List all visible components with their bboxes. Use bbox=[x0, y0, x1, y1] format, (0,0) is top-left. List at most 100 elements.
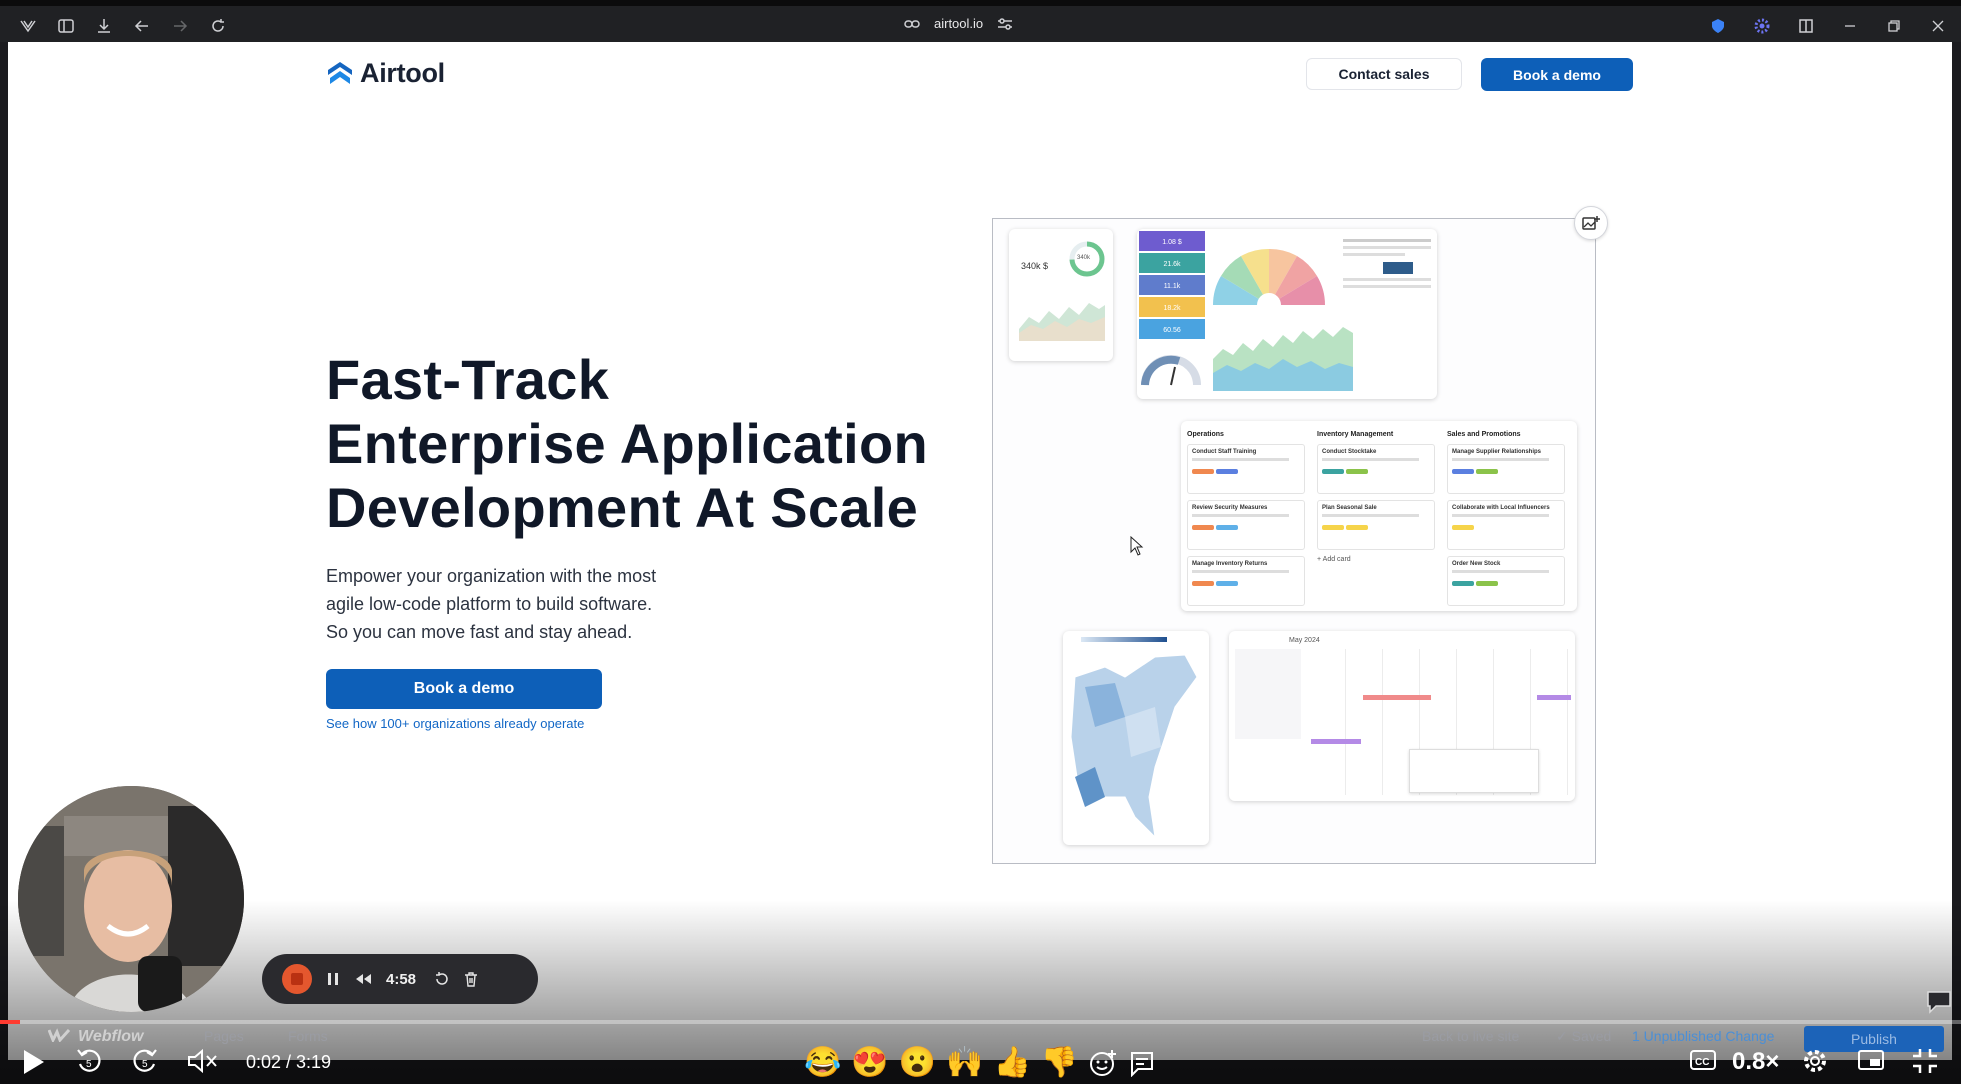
hero-title-line: Development At Scale bbox=[326, 476, 919, 539]
kanban-column-title: Sales and Promotions bbox=[1447, 431, 1521, 438]
pause-icon[interactable] bbox=[326, 971, 340, 987]
chat-bubble-icon[interactable] bbox=[1926, 990, 1952, 1014]
reaction-emoji[interactable]: 😍 bbox=[851, 1046, 888, 1080]
fan-chart bbox=[1212, 248, 1326, 307]
split-view-icon[interactable] bbox=[1795, 14, 1817, 38]
airtool-logo-icon bbox=[326, 60, 354, 88]
back-arrow-icon[interactable] bbox=[128, 14, 156, 38]
donut-value: 340k bbox=[1077, 255, 1091, 261]
browser-toolbar: airtool.io bbox=[0, 0, 1961, 42]
playback-speed[interactable]: 0.8× bbox=[1732, 1048, 1779, 1076]
mini-calendar bbox=[1235, 649, 1301, 739]
map-card bbox=[1063, 631, 1209, 845]
video-player-controls: 5 5 0:02 / 3:19 😂 😍 😮 🙌 👍 👎 CC 0.8× bbox=[0, 1042, 1961, 1082]
picture-in-picture-icon[interactable] bbox=[1856, 1046, 1886, 1074]
metric-card: 340k $ 340k bbox=[1009, 229, 1113, 361]
hero-title-line: Fast-Track bbox=[326, 348, 610, 411]
add-card-label: + Add card bbox=[1317, 556, 1351, 563]
organizations-link[interactable]: See how 100+ organizations already opera… bbox=[326, 716, 584, 731]
mini-table bbox=[1343, 235, 1431, 301]
kanban-task: Order New Stock bbox=[1447, 556, 1565, 606]
forward-arrow-icon[interactable] bbox=[166, 14, 194, 38]
calendar-grid bbox=[1309, 649, 1571, 795]
address-bar[interactable]: airtool.io bbox=[904, 16, 1013, 31]
product-screenshot-collage[interactable]: 340k $ 340k 1.08 $ 21.6k 11.1k 18.2k 60.… bbox=[992, 218, 1596, 864]
gauge-chart bbox=[1141, 355, 1201, 386]
video-progress-bar[interactable] bbox=[0, 1020, 1961, 1024]
fullscreen-exit-icon[interactable] bbox=[1910, 1046, 1940, 1076]
svg-text:CC: CC bbox=[1695, 1057, 1709, 1068]
recording-time: 4:58 bbox=[386, 970, 417, 988]
calendar-month: May 2024 bbox=[1289, 637, 1320, 644]
kanban-column-title: Inventory Management bbox=[1317, 431, 1394, 438]
browser-menu-icon[interactable] bbox=[14, 14, 42, 38]
rewind-5-icon[interactable]: 5 bbox=[74, 1046, 104, 1076]
hero-title-line: Enterprise Application bbox=[326, 412, 928, 475]
settings-gear-icon[interactable] bbox=[1800, 1046, 1830, 1076]
web-page: Airtool Contact sales Book a demo Fast-T… bbox=[8, 42, 1952, 1060]
extension-shield-icon[interactable] bbox=[1707, 14, 1729, 38]
kanban-task: Manage Supplier Relationships bbox=[1447, 444, 1565, 494]
kanban-column: Operations Conduct Staff Training Review… bbox=[1187, 431, 1305, 611]
kanban-task: Conduct Stocktake bbox=[1317, 444, 1435, 494]
kpi-tile: 1.08 $ bbox=[1139, 231, 1205, 251]
kpi-tile: 60.56 bbox=[1139, 319, 1205, 339]
minimize-icon[interactable] bbox=[1839, 14, 1861, 38]
hero-subtitle-line: Empower your organization with the most bbox=[326, 566, 657, 586]
contact-sales-button[interactable]: Contact sales bbox=[1306, 58, 1462, 90]
kanban-task: Plan Seasonal Sale bbox=[1317, 500, 1435, 550]
svg-text:5: 5 bbox=[142, 1059, 148, 1070]
reload-icon[interactable] bbox=[204, 14, 232, 38]
book-demo-hero-button[interactable]: Book a demo bbox=[326, 669, 602, 709]
sidebar-toggle-icon[interactable] bbox=[52, 14, 80, 38]
book-demo-header-button[interactable]: Book a demo bbox=[1481, 58, 1633, 91]
kanban-task: Manage Inventory Returns bbox=[1187, 556, 1305, 606]
captions-icon[interactable]: CC bbox=[1688, 1046, 1718, 1074]
forward-5-icon[interactable]: 5 bbox=[130, 1046, 160, 1076]
close-window-icon[interactable] bbox=[1927, 14, 1949, 38]
kpi-stack: 1.08 $ 21.6k 11.1k 18.2k 60.56 bbox=[1139, 231, 1205, 339]
reaction-emoji[interactable]: 👍 bbox=[993, 1046, 1030, 1080]
reaction-emoji[interactable]: 👎 bbox=[1041, 1046, 1078, 1080]
download-icon[interactable] bbox=[90, 14, 118, 38]
hero-subtitle: Empower your organization with the most … bbox=[326, 562, 716, 646]
extension-gear-icon[interactable] bbox=[1751, 14, 1773, 38]
reaction-bar: 😂 😍 😮 🙌 👍 👎 bbox=[804, 1046, 1156, 1080]
dashboard-card: 1.08 $ 21.6k 11.1k 18.2k 60.56 bbox=[1137, 229, 1437, 399]
kanban-card: Operations Conduct Staff Training Review… bbox=[1181, 421, 1577, 611]
kpi-tile: 11.1k bbox=[1139, 275, 1205, 295]
airtool-logo[interactable]: Airtool bbox=[326, 58, 445, 89]
restore-icon[interactable] bbox=[1883, 14, 1905, 38]
calendar-card: May 2024 bbox=[1229, 631, 1575, 801]
webcam-bubble[interactable] bbox=[18, 786, 244, 1012]
url-text[interactable]: airtool.io bbox=[934, 16, 983, 31]
restart-icon[interactable] bbox=[434, 971, 450, 987]
reaction-emoji[interactable]: 😮 bbox=[899, 1046, 936, 1080]
hero-subtitle-line: agile low-code platform to build softwar… bbox=[326, 594, 653, 614]
site-settings-icon[interactable] bbox=[997, 17, 1013, 31]
kanban-task: Conduct Staff Training bbox=[1187, 444, 1305, 494]
video-time-display: 0:02 / 3:19 bbox=[246, 1052, 332, 1072]
kanban-column: Inventory Management Conduct Stocktake P… bbox=[1317, 431, 1435, 563]
hero-subtitle-line: So you can move fast and stay ahead. bbox=[326, 622, 633, 642]
svg-text:5: 5 bbox=[86, 1059, 92, 1070]
kanban-column-title: Operations bbox=[1187, 431, 1224, 438]
stop-recording-button[interactable] bbox=[282, 964, 312, 994]
recording-controls: 4:58 bbox=[262, 954, 538, 1004]
play-icon[interactable] bbox=[20, 1048, 46, 1076]
presenter-avatar bbox=[18, 786, 244, 1012]
kpi-tile: 18.2k bbox=[1139, 297, 1205, 317]
trash-icon[interactable] bbox=[464, 971, 478, 987]
kanban-task: Review Security Measures bbox=[1187, 500, 1305, 550]
rewind-icon[interactable] bbox=[354, 972, 372, 986]
kpi-tile: 21.6k bbox=[1139, 253, 1205, 273]
webflow-logo-icon bbox=[48, 1028, 70, 1042]
area-chart-large bbox=[1213, 327, 1353, 391]
add-image-icon[interactable] bbox=[1574, 206, 1608, 240]
comment-icon[interactable] bbox=[1128, 1046, 1156, 1080]
reaction-emoji[interactable]: 😂 bbox=[804, 1046, 841, 1080]
reaction-emoji[interactable]: 🙌 bbox=[946, 1046, 983, 1080]
mute-icon[interactable] bbox=[186, 1046, 218, 1076]
add-reaction-icon[interactable] bbox=[1088, 1046, 1118, 1080]
metric-value: 340k $ bbox=[1021, 261, 1049, 271]
